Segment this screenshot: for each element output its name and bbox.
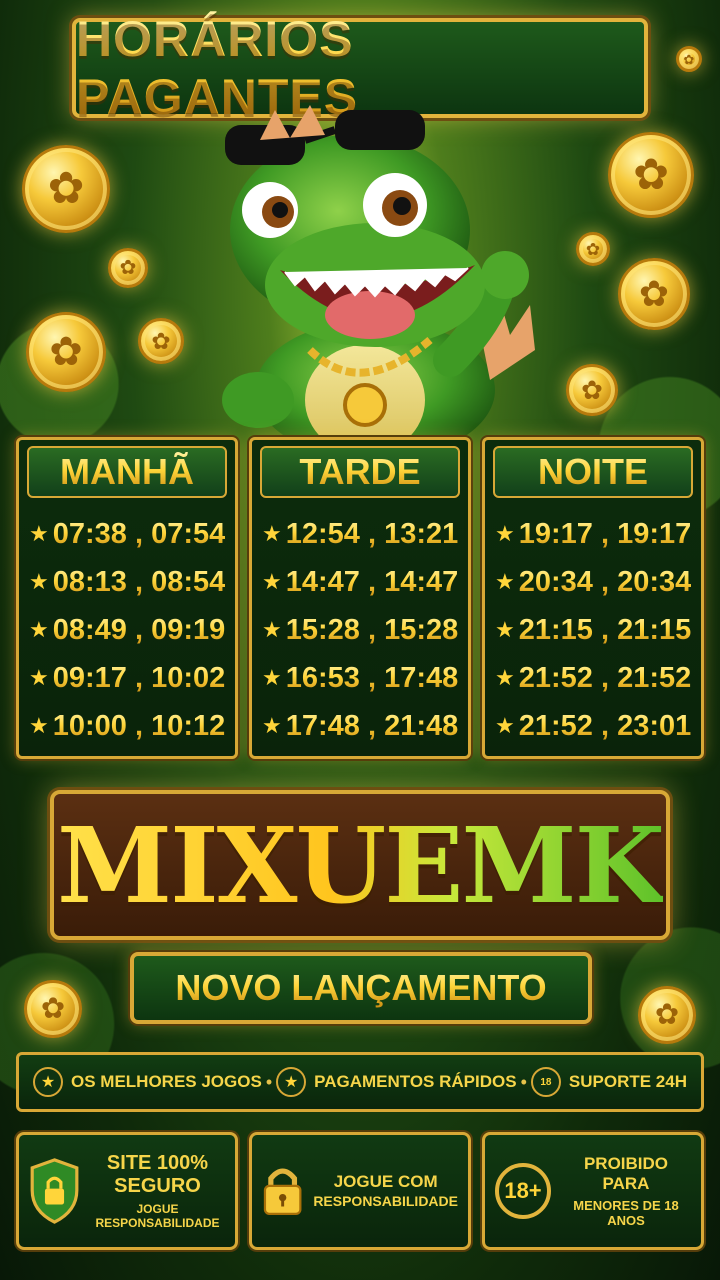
brand-banner[interactable]: MIXUEMK <box>50 790 670 940</box>
star-icon: ★ <box>262 617 282 642</box>
star-icon: ★ <box>29 713 49 738</box>
panel-title-night: NOITE <box>493 446 693 498</box>
time-slot: ★ 17:48 , 21:48 <box>262 709 459 742</box>
star-icon: ★ <box>29 665 49 690</box>
badge-secure: SITE 100% SEGURO JOGUE RESPONSABILIDADE <box>16 1132 238 1250</box>
paw-coin-icon: ✿ <box>138 318 184 364</box>
feature-best-games: ★ OS MELHORES JOGOS <box>33 1067 262 1097</box>
paw-coin-icon: ✿ <box>608 132 694 218</box>
feature-fast-payments: ★ PAGAMENTOS RÁPIDOS <box>276 1067 517 1097</box>
star-icon: ★ <box>262 713 282 738</box>
slot-list: ★ 19:17 , 19:17 ★ 20:34 , 20:34 ★ 21:15 , 2… <box>495 510 695 750</box>
star-icon: ★ <box>29 617 49 642</box>
badge-age-line1: PROIBIDO PARA <box>583 1153 669 1193</box>
star-icon: ★ <box>262 665 282 690</box>
star-icon: ★ <box>29 521 49 546</box>
paw-coin-icon: ✿ <box>24 980 82 1038</box>
time-slot: ★ 09:17 , 10:02 <box>29 661 226 694</box>
star-icon: ★ <box>262 569 282 594</box>
panel-title-morning: MANHÃ <box>27 446 227 498</box>
badge-age: 18+ PROIBIDO PARA MENORES DE 18 ANOS <box>482 1132 704 1250</box>
slot-list: ★ 12:54 , 13:21 ★ 14:47 , 14:47 ★ 15:28 , 1… <box>262 510 462 750</box>
badge-age-line2: MENORES DE 18 ANOS <box>573 1198 679 1229</box>
paw-coin-icon: ✿ <box>618 258 690 330</box>
panel-title-afternoon: TARDE <box>260 446 460 498</box>
badge-responsible: JOGUE COM RESPONSABILIDADE <box>249 1132 471 1250</box>
badge-responsible-line1: JOGUE COM <box>333 1172 438 1192</box>
separator-dot: • <box>265 1071 273 1092</box>
badge-secure-line3: JOGUE RESPONSABILIDADE <box>95 1202 220 1230</box>
time-slot: ★ 08:49 , 09:19 <box>29 613 226 646</box>
brand-logo-text: MIXUEMK <box>57 803 665 927</box>
features-strip: ★ OS MELHORES JOGOS • ★ PAGAMENTOS RÁPID… <box>16 1052 704 1112</box>
paw-coin-icon: ✿ <box>638 986 696 1044</box>
slot-list: ★ 07:38 , 07:54 ★ 08:13 , 08:54 ★ 08:49 , 0… <box>29 510 229 750</box>
star-icon: ★ <box>495 521 515 546</box>
paw-coin-icon: ✿ <box>576 232 610 266</box>
separator-dot: • <box>520 1071 527 1092</box>
time-slot: ★ 08:13 , 08:54 <box>29 565 226 598</box>
schedule-panels: MANHÃ ★ 07:38 , 07:54 ★ 08:13 , 08:54 ★ 08:… <box>16 437 704 759</box>
paw-coin-icon: ✿ <box>22 145 110 233</box>
star-icon: ★ <box>33 1067 63 1097</box>
time-slot: ★ 21:52 , 21:52 <box>495 661 692 694</box>
star-icon: ★ <box>276 1067 307 1097</box>
time-slot: ★ 10:00 , 10:12 <box>29 709 226 742</box>
star-icon: ★ <box>495 617 515 642</box>
time-slot: ★ 12:54 , 13:21 <box>262 517 459 550</box>
panel-night: NOITE ★ 19:17 , 19:17 ★ 20:34 , 20:34 ★ 21:… <box>482 437 704 759</box>
time-slot: ★ 21:52 , 23:01 <box>495 709 692 742</box>
padlock-icon <box>263 1168 302 1215</box>
age-18-icon: 18+ <box>495 1163 551 1219</box>
star-icon: ★ <box>262 521 282 546</box>
star-icon: ★ <box>495 713 515 738</box>
crocodile-mascot-icon <box>222 105 535 450</box>
launch-button[interactable]: NOVO LANÇAMENTO <box>130 952 592 1024</box>
time-slot: ★ 20:34 , 20:34 <box>495 565 692 598</box>
time-slot: ★ 19:17 , 19:17 <box>495 517 692 550</box>
time-slot: ★ 07:38 , 07:54 <box>29 517 226 550</box>
time-slot: ★ 16:53 , 17:48 <box>262 661 459 694</box>
star-icon: ★ <box>495 569 515 594</box>
paw-coin-icon: ✿ <box>676 46 702 72</box>
paw-coin-icon: ✿ <box>108 248 148 288</box>
star-icon: ★ <box>495 665 515 690</box>
time-slot: ★ 21:15 , 21:15 <box>495 613 692 646</box>
feature-support: 18 SUPORTE 24H <box>530 1067 687 1097</box>
shield-lock-icon <box>30 1158 79 1224</box>
time-slot: ★ 15:28 , 15:28 <box>262 613 459 646</box>
paw-coin-icon: ✿ <box>26 312 106 392</box>
launch-label: NOVO LANÇAMENTO <box>175 967 547 1008</box>
badge-secure-line2: SEGURO <box>114 1175 201 1197</box>
badge-responsible-line2: RESPONSABILIDADE <box>313 1192 458 1209</box>
panel-morning: MANHÃ ★ 07:38 , 07:54 ★ 08:13 , 08:54 ★ 08:… <box>16 437 238 759</box>
time-slot: ★ 14:47 , 14:47 <box>262 565 459 598</box>
panel-afternoon: TARDE ★ 12:54 , 13:21 ★ 14:47 , 14:47 ★ 15:… <box>249 437 471 759</box>
badge-secure-line1: SITE 100% <box>106 1152 209 1174</box>
star-icon: ★ <box>29 569 49 594</box>
age-18-icon: 18 <box>530 1067 561 1097</box>
